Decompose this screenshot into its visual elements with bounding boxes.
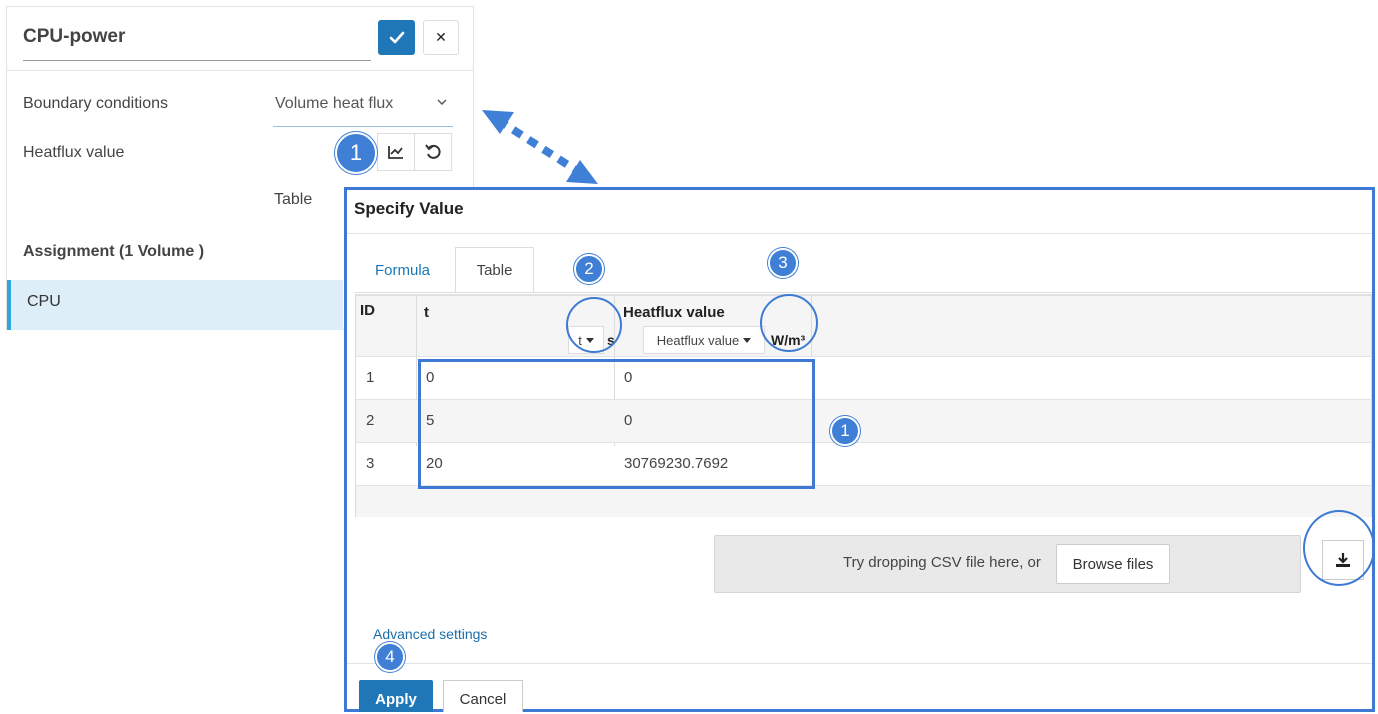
caret-down-icon — [743, 337, 752, 343]
download-button[interactable] — [1322, 540, 1364, 580]
boundary-conditions-select[interactable]: Volume heat flux — [273, 91, 453, 127]
heatflux-variable-value: Heatflux value — [656, 332, 740, 348]
heatflux-unit: W/m³ — [771, 332, 806, 348]
check-icon — [389, 31, 404, 43]
row-value[interactable]: 30769230.7692 — [624, 455, 728, 472]
dotted-arrow-icon — [482, 110, 598, 184]
browse-files-button[interactable]: Browse files — [1056, 544, 1170, 584]
table-row[interactable]: 2 5 0 — [356, 399, 1371, 442]
tab-table[interactable]: Table — [455, 247, 534, 293]
callout-badge-4: 4 — [375, 642, 405, 672]
col-divider — [811, 296, 812, 356]
column-header-id: ID — [360, 302, 375, 319]
dropzone-text: Try dropping CSV file here, or — [843, 554, 1041, 571]
assignment-item-cpu[interactable]: CPU — [7, 280, 343, 330]
page-title[interactable]: CPU-power — [23, 26, 125, 48]
column-header-heatflux: Heatflux value — [623, 304, 725, 321]
close-button[interactable]: ✕ — [423, 20, 459, 55]
row-value[interactable]: 0 — [624, 369, 632, 386]
confirm-button[interactable] — [378, 20, 415, 55]
chevron-down-icon — [437, 99, 447, 105]
caret-down-icon — [585, 337, 594, 343]
table-row[interactable]: 3 20 30769230.7692 — [356, 442, 1371, 485]
callout-badge-1-table: 1 — [830, 416, 860, 446]
callout-badge-2: 2 — [574, 254, 604, 284]
chart-icon — [388, 146, 403, 159]
dialog-title: Specify Value — [354, 199, 464, 218]
t-variable-dropdown[interactable]: t — [568, 326, 604, 354]
row-t[interactable]: 0 — [426, 369, 434, 386]
row-id: 1 — [366, 369, 375, 386]
callout-badge-3: 3 — [768, 248, 798, 278]
download-icon — [1336, 553, 1350, 567]
tabs-divider — [355, 292, 1372, 293]
value-table: ID t t s Heatflux value Heatflux value W… — [355, 294, 1372, 517]
title-underline — [23, 60, 371, 61]
tab-formula[interactable]: Formula — [375, 262, 430, 279]
tab-table-label: Table — [476, 262, 513, 279]
boundary-conditions-label: Boundary conditions — [23, 95, 168, 112]
row-t[interactable]: 20 — [426, 455, 443, 472]
row-id: 3 — [366, 455, 375, 472]
assignment-heading: Assignment (1 Volume ) — [23, 243, 205, 260]
heatflux-mode: Table — [274, 191, 313, 208]
cancel-button[interactable]: Cancel — [443, 680, 523, 712]
specify-value-dialog: Specify Value Formula Table ID t t s Hea… — [344, 187, 1375, 712]
reset-button[interactable] — [414, 133, 452, 171]
assignment-item-label: CPU — [27, 293, 61, 310]
chart-button[interactable] — [377, 133, 415, 171]
header-divider — [7, 70, 473, 71]
undo-icon — [425, 144, 441, 159]
row-value[interactable]: 0 — [624, 412, 632, 429]
footer-divider — [347, 663, 1372, 664]
callout-badge-1: 1 — [335, 132, 377, 174]
heatflux-value-label: Heatflux value — [23, 144, 125, 161]
t-variable-value: t — [578, 332, 582, 348]
close-icon: ✕ — [435, 29, 447, 45]
row-id: 2 — [366, 412, 375, 429]
dialog-title-divider — [347, 233, 1372, 234]
advanced-settings-link[interactable]: Advanced settings — [373, 626, 487, 642]
heatflux-variable-dropdown[interactable]: Heatflux value — [643, 326, 765, 354]
row-t[interactable]: 5 — [426, 412, 434, 429]
boundary-conditions-value: Volume heat flux — [275, 95, 394, 112]
apply-button[interactable]: Apply — [359, 680, 433, 712]
table-row[interactable]: 1 0 0 — [356, 356, 1371, 399]
table-row-empty[interactable] — [356, 485, 1371, 517]
column-header-t: t — [424, 304, 429, 321]
csv-dropzone[interactable]: Try dropping CSV file here, or Browse fi… — [714, 535, 1301, 593]
table-header: ID t t s Heatflux value Heatflux value W… — [356, 296, 1371, 356]
